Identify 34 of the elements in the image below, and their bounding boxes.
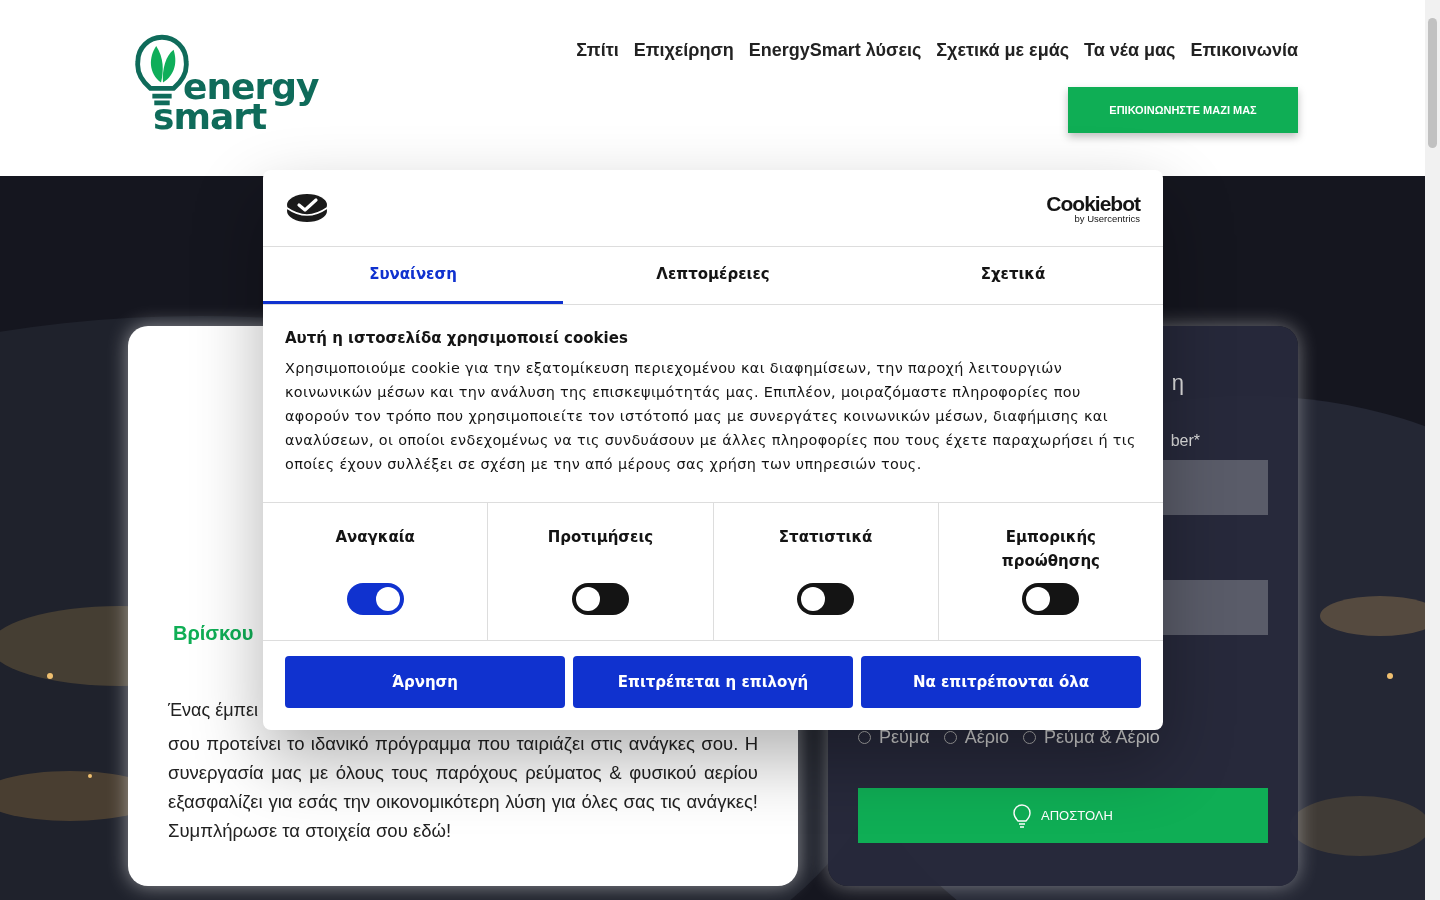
category-label: Προτιμήσεις (546, 527, 655, 548)
toggle-switch[interactable] (346, 583, 404, 615)
cookie-check-icon (286, 192, 328, 224)
intro-text: σου προτείνει το ιδανικό πρόγραμμα που ταιριάζει στις ανάγκες σου. Η συνεργασία μας με όλους τους παρόχους ρεύματος & φυσικού αερίου εξασφαλίζει για εσάς την οικονομικότερη λύση για όλες σας τις ανάγκες!Συμπλήρωσε τα στοιχεία σου εδώ! (168, 732, 758, 843)
radio-label: Ρεύμα & Αέριο (1043, 727, 1160, 748)
toggle-switch[interactable] (1022, 583, 1080, 615)
lightbulb-icon (1013, 803, 1032, 828)
toggle-switch[interactable] (571, 583, 629, 615)
scrollbar[interactable] (1425, 0, 1440, 900)
radio-label: Ρεύμα (879, 727, 930, 748)
dialog-text: Χρησιμοποιούμε cookie για την εξατομίκευση περιεχομένου και διαφημίσεων, την παροχή λειτουργιών κοινωνικών μέσων και την ανάλυση της επισκεψιμότητάς μας. Επιπλέον, μοιραζόμαστε πληροφορίες που αφορούν τον τρόπο που χρησιμοποιείτε τον ιστότοπό μας με συνεργάτες κοινωνικών μέσων, διαφήμισης και αναλύσεων, οι οποίοι ενδεχομένως να τις συνδυάσουν με άλλες πληροφορίες που τους έχετε παραχωρήσει ή τις οποίες έχουν συλλέξει σε σχέση με την από μέρους σας χρήση των υπηρεσιών τους. (285, 359, 1137, 474)
intro-text: Ένας έμπει (168, 699, 259, 722)
dialog-title: Αυτή η ιστοσελίδα χρησιμοποιεί cookies (285, 329, 628, 347)
consent-button[interactable]: Να επιτρέπονται όλα (861, 656, 1141, 708)
nav-link[interactable]: Τα νέα μας (1084, 40, 1176, 61)
nav-link[interactable]: Σπίτι (576, 40, 619, 61)
intro-heading: Βρίσκου (173, 621, 254, 646)
nav-link[interactable]: Επιχείρηση (633, 40, 734, 61)
nav-link[interactable]: EnergySmart λύσεις (748, 40, 922, 61)
tab[interactable]: Συναίνεση (263, 247, 563, 304)
nav-link[interactable]: Επικοινωνία (1190, 40, 1298, 61)
consent-button[interactable]: Επιτρέπεται η επιλογή (573, 656, 853, 708)
nav-link[interactable]: Σχετικά με εμάς (936, 40, 1070, 61)
toggle-switch[interactable] (797, 583, 855, 615)
radio-label: Αέριο (964, 727, 1009, 748)
consent-button[interactable]: Άρνηση (285, 656, 565, 708)
form-title: η (1171, 370, 1184, 396)
cookiebot-logo: Cookiebot by Usercentrics (1046, 192, 1140, 224)
scrollbar-thumb[interactable] (1428, 18, 1437, 148)
category-label: Εμπορικής προώθησης (1000, 527, 1101, 572)
category-label: Αναγκαία (334, 527, 416, 548)
logo[interactable]: energy smart (135, 34, 319, 144)
field-label: ber* (1170, 432, 1200, 450)
category-label: Στατιστικά (777, 527, 874, 548)
